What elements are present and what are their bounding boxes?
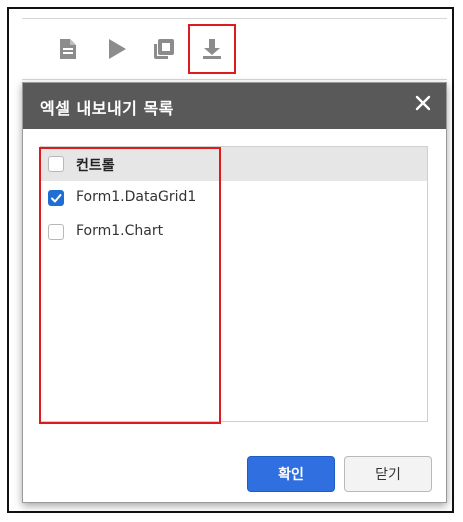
document-button[interactable]: [50, 31, 86, 67]
close-button[interactable]: [412, 94, 434, 116]
item-checkbox-chart[interactable]: [48, 224, 64, 240]
toolbar: [22, 18, 447, 80]
control-list: 컨트롤 Form1.DataGrid1 Form1.Chart: [40, 146, 428, 422]
close-icon: [415, 95, 431, 115]
check-icon: [51, 194, 62, 203]
play-icon: [107, 38, 127, 60]
download-icon: [201, 38, 223, 60]
document-icon: [58, 38, 78, 60]
export-excel-button[interactable]: [188, 24, 236, 74]
cancel-button[interactable]: 닫기: [344, 456, 432, 492]
list-item[interactable]: Form1.DataGrid1: [41, 181, 427, 215]
list-item-label: Form1.Chart: [76, 223, 164, 239]
copy-icon: [153, 38, 175, 60]
copy-button[interactable]: [146, 31, 182, 67]
item-checkbox-datagrid1[interactable]: [48, 190, 64, 206]
ok-button[interactable]: 확인: [247, 456, 335, 492]
list-header: 컨트롤: [41, 147, 427, 181]
dialog-title: 엑셀 내보내기 목록: [40, 99, 174, 118]
dialog-header: 엑셀 내보내기 목록: [23, 83, 446, 129]
select-all-checkbox[interactable]: [48, 156, 64, 172]
run-button[interactable]: [99, 31, 135, 67]
list-header-label: 컨트롤: [76, 158, 115, 174]
excel-export-dialog: 엑셀 내보내기 목록 컨트롤 Form1.DataGrid1 Form1.Cha: [22, 82, 447, 503]
list-item[interactable]: Form1.Chart: [41, 215, 427, 249]
list-item-label: Form1.DataGrid1: [76, 189, 197, 205]
